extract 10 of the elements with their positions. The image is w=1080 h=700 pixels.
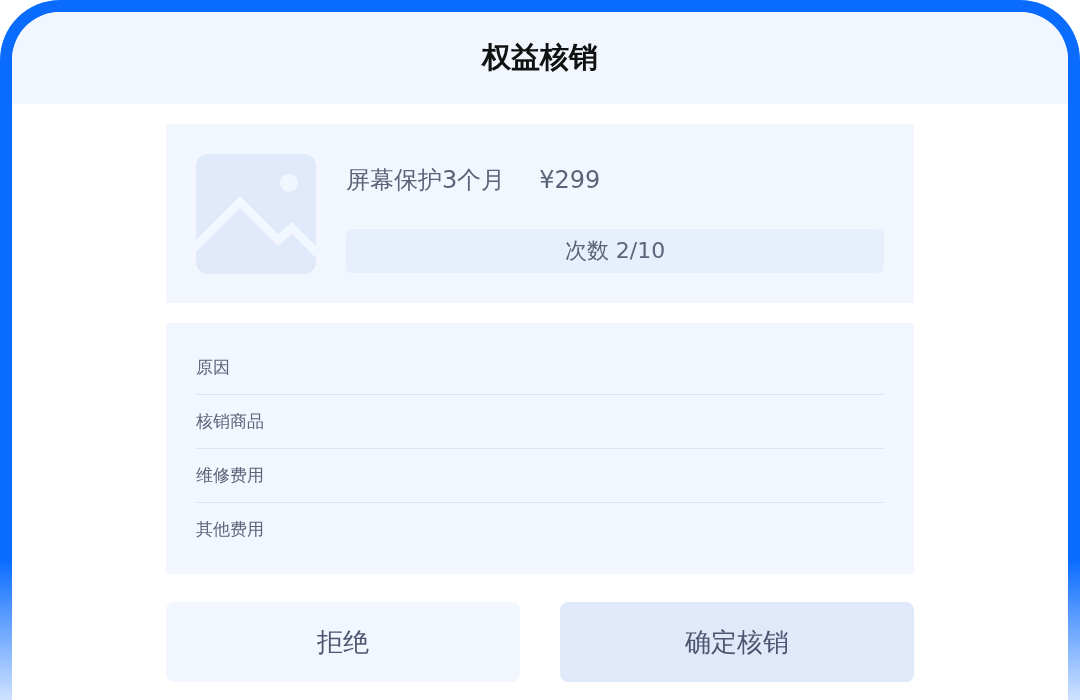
usage-count: 次数 2/10 [346, 229, 884, 273]
reject-button[interactable]: 拒绝 [166, 602, 520, 682]
field-label: 其他费用 [196, 518, 264, 541]
product-name: 屏幕保护3个月 [346, 165, 506, 196]
field-label: 原因 [196, 356, 230, 379]
field-label: 维修费用 [196, 464, 264, 487]
page-title: 权益核销 [482, 39, 598, 76]
field-label: 核销商品 [196, 410, 264, 433]
product-price: ¥299 [539, 166, 601, 194]
confirm-button[interactable]: 确定核销 [560, 602, 914, 682]
